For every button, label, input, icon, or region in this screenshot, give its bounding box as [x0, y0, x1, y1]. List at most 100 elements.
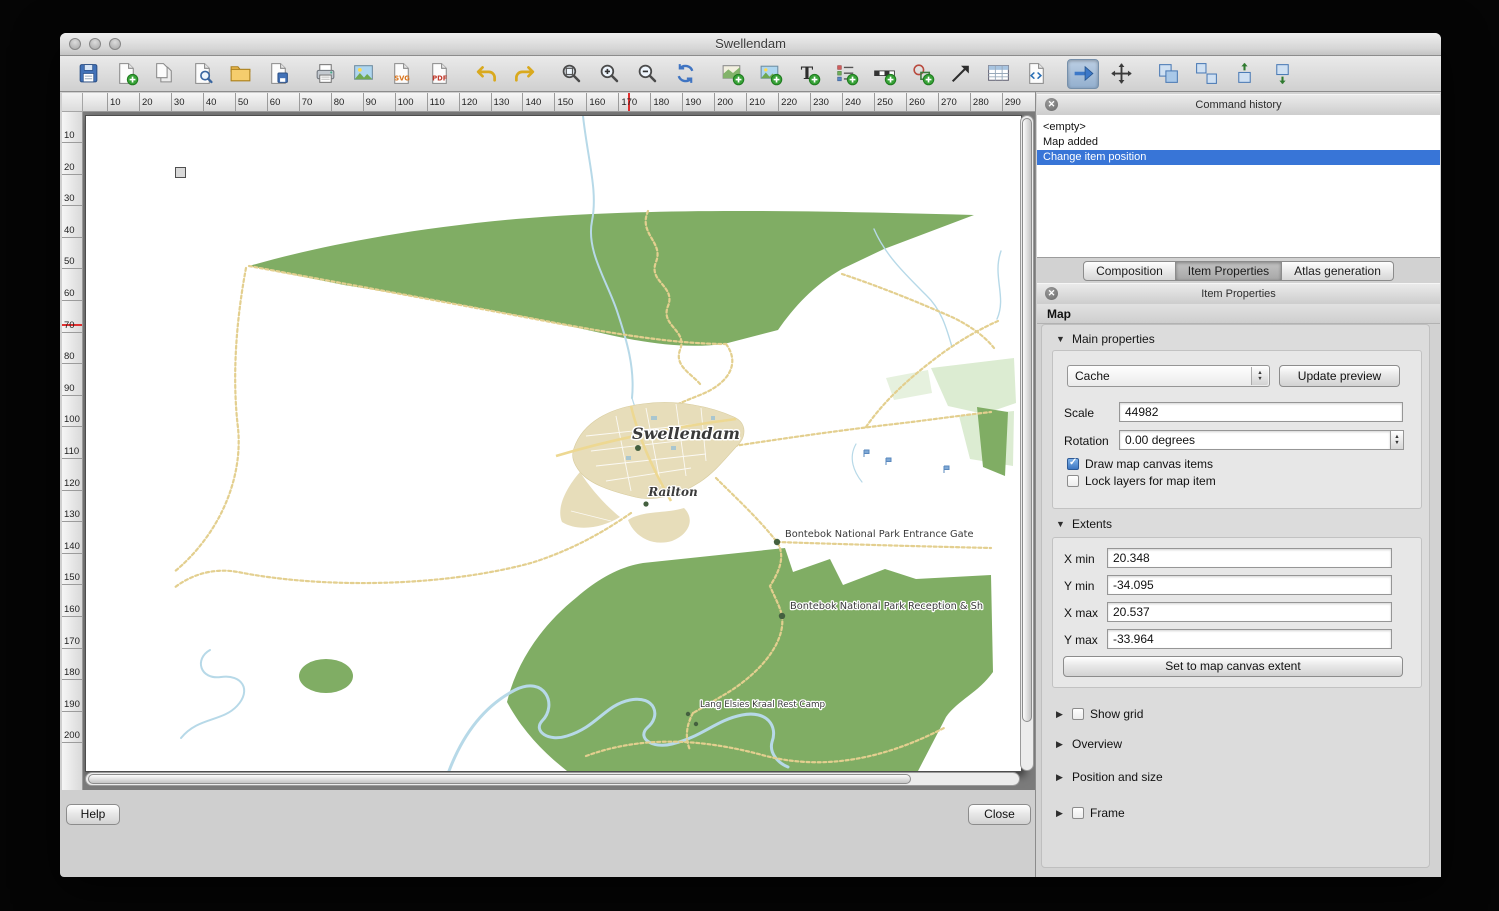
ruler-tick — [62, 616, 82, 617]
titlebar[interactable]: Swellendam — [60, 33, 1441, 56]
ruler-number: 170 — [64, 636, 80, 647]
tool-undo[interactable] — [470, 59, 502, 89]
tool-add-map[interactable] — [716, 59, 748, 89]
ymax-field[interactable]: -33.964 — [1107, 629, 1392, 649]
tool-add-arrow[interactable] — [944, 59, 976, 89]
lock-layers-checkbox[interactable] — [1067, 475, 1079, 487]
ruler-number: 110 — [64, 446, 79, 457]
disclosure-icon[interactable]: ▶ — [1056, 772, 1066, 783]
arrow-down-icon: ▼ — [1257, 376, 1262, 382]
ruler-number: 20 — [64, 162, 75, 173]
ymin-field[interactable]: -34.095 — [1107, 575, 1392, 595]
tool-export-image[interactable] — [347, 59, 379, 89]
ruler-tick — [267, 93, 268, 111]
tool-add-shape[interactable] — [906, 59, 938, 89]
tool-export-svg[interactable]: SVG — [385, 59, 417, 89]
close-window-button[interactable] — [69, 38, 81, 50]
extents-header[interactable]: ▼ Extents — [1056, 517, 1112, 531]
main-properties-header[interactable]: ▼ Main properties — [1056, 332, 1155, 346]
show-grid-checkbox[interactable] — [1072, 708, 1084, 720]
tool-duplicate-composition[interactable] — [148, 59, 180, 89]
vertical-scrollbar[interactable] — [1020, 115, 1034, 771]
tool-add-scalebar[interactable] — [868, 59, 900, 89]
tool-add-label[interactable]: T — [792, 59, 824, 89]
draw-map-canvas-items-checkbox[interactable] — [1067, 458, 1079, 470]
ruler-number: 110 — [430, 97, 445, 108]
tool-add-legend[interactable] — [830, 59, 862, 89]
tool-composer-manager[interactable] — [186, 59, 218, 89]
rotation-stepper[interactable]: ▲▼ — [1391, 430, 1404, 450]
disclosure-icon[interactable]: ▶ — [1056, 739, 1066, 750]
tool-zoom-out[interactable] — [631, 59, 663, 89]
tab-composition[interactable]: Composition — [1083, 261, 1176, 281]
tool-move-item-content[interactable] — [1105, 59, 1137, 89]
tool-load-template[interactable] — [224, 59, 256, 89]
minimize-window-button[interactable] — [89, 38, 101, 50]
disclosure-icon[interactable]: ▼ — [1056, 334, 1066, 344]
disclosure-icon[interactable]: ▶ — [1056, 808, 1066, 819]
close-button[interactable]: Close — [968, 804, 1031, 825]
set-to-map-canvas-extent-button[interactable]: Set to map canvas extent — [1063, 656, 1403, 677]
tool-group-items[interactable] — [1152, 59, 1184, 89]
ruler-number: 180 — [64, 667, 80, 678]
tool-export-pdf[interactable]: PDF — [423, 59, 455, 89]
composer-page[interactable]: Swellendam Railton Bontebok National Par… — [85, 115, 1022, 772]
tool-add-image[interactable] — [754, 59, 786, 89]
ruler-number: 10 — [110, 97, 121, 108]
tool-select-move-item[interactable] — [1067, 59, 1099, 89]
zoom-window-button[interactable] — [109, 38, 121, 50]
tool-print[interactable] — [309, 59, 341, 89]
disclosure-icon[interactable]: ▶ — [1056, 709, 1066, 720]
history-item[interactable]: <empty> — [1037, 120, 1440, 135]
help-button[interactable]: Help — [66, 804, 120, 825]
ruler-tick — [62, 742, 82, 743]
ruler-number: 50 — [64, 256, 75, 267]
history-item[interactable]: Change item position — [1037, 150, 1440, 165]
tool-raise-items[interactable] — [1228, 59, 1260, 89]
ruler-tick — [491, 93, 492, 111]
ruler-number: 80 — [64, 351, 75, 362]
tool-add-html[interactable] — [1020, 59, 1052, 89]
disclosure-icon[interactable]: ▼ — [1056, 519, 1066, 529]
tool-zoom-in[interactable] — [593, 59, 625, 89]
tool-save-as-template[interactable] — [262, 59, 294, 89]
tool-redo[interactable] — [508, 59, 540, 89]
vertical-ruler: 1020304050607080901001101201301401501601… — [62, 112, 83, 790]
ruler-tick — [62, 300, 82, 301]
composer-canvas[interactable]: Swellendam Railton Bontebok National Par… — [83, 112, 1035, 790]
ruler-number: 200 — [64, 730, 80, 741]
ruler-tick — [906, 93, 907, 111]
tab-item-properties[interactable]: Item Properties — [1176, 261, 1282, 281]
xmax-field[interactable]: 20.537 — [1107, 602, 1392, 622]
close-panel-icon[interactable]: ✕ — [1045, 98, 1058, 111]
cache-mode-select[interactable]: Cache ▲▼ — [1067, 365, 1270, 387]
scale-field[interactable]: 44982 — [1119, 402, 1403, 422]
rotation-field[interactable]: 0.00 degrees — [1119, 430, 1391, 450]
combo-arrows-icon[interactable]: ▲▼ — [1251, 367, 1268, 385]
tool-refresh-view[interactable] — [669, 59, 701, 89]
tool-lower-items[interactable] — [1266, 59, 1298, 89]
history-item[interactable]: Map added — [1037, 135, 1440, 150]
ruler-number: 160 — [64, 604, 80, 615]
horizontal-scrollbar[interactable] — [85, 772, 1020, 786]
tool-add-table[interactable] — [982, 59, 1014, 89]
ruler-number: 130 — [64, 509, 80, 520]
tool-new-composition[interactable] — [110, 59, 142, 89]
map-item[interactable]: Swellendam Railton Bontebok National Par… — [86, 116, 1021, 771]
tab-atlas-generation[interactable]: Atlas generation — [1282, 261, 1394, 281]
item-properties-header: ✕ Item Properties — [1037, 283, 1440, 305]
tool-save-project[interactable] — [72, 59, 104, 89]
ruler-number: 190 — [64, 699, 80, 710]
frame-checkbox[interactable] — [1072, 807, 1084, 819]
tool-ungroup-items[interactable] — [1190, 59, 1222, 89]
close-panel-icon[interactable]: ✕ — [1045, 287, 1058, 300]
scrollbar-thumb[interactable] — [88, 774, 911, 784]
scrollbar-thumb[interactable] — [1022, 118, 1032, 722]
selection-handle[interactable] — [175, 167, 186, 178]
ruler-number: 100 — [64, 414, 80, 425]
ruler-tick — [62, 332, 82, 333]
xmin-field[interactable]: 20.348 — [1107, 548, 1392, 568]
update-preview-button[interactable]: Update preview — [1279, 365, 1400, 387]
tool-zoom-full[interactable] — [555, 59, 587, 89]
ruler-tick — [299, 93, 300, 111]
